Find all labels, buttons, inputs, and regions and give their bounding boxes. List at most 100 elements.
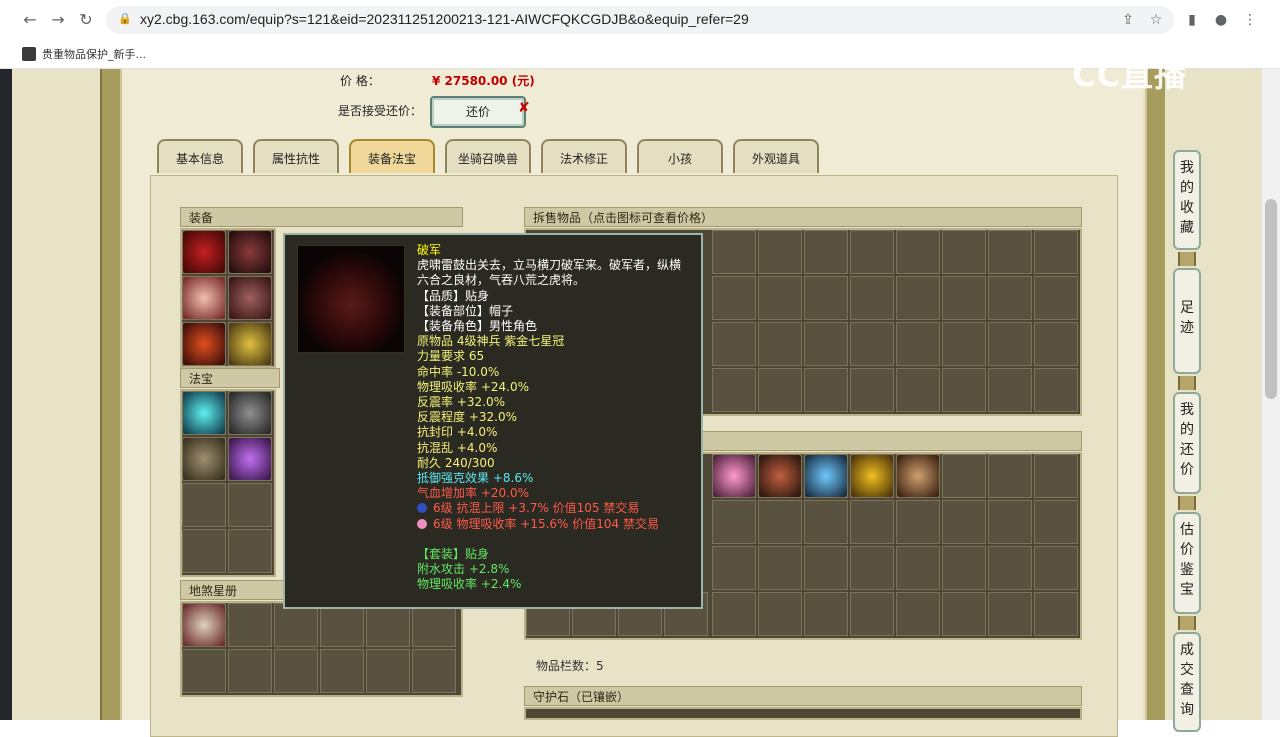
item-slot[interactable] [758,276,802,320]
starbook-slot[interactable] [182,603,226,647]
item-slot[interactable] [1034,230,1078,274]
item-slot[interactable] [942,368,986,412]
tab-child[interactable]: 小孩 [637,139,723,173]
item-slot[interactable] [988,546,1032,590]
item-slot[interactable] [896,546,940,590]
item-slot[interactable] [850,500,894,544]
sidepanel-icon[interactable]: ▮ [1182,10,1202,30]
item-slot[interactable] [758,454,802,498]
item-slot[interactable] [758,592,802,636]
item-slot[interactable] [758,368,802,412]
item-slot[interactable] [942,454,986,498]
item-slot[interactable] [896,368,940,412]
item-slot[interactable] [850,322,894,366]
menu-icon[interactable]: ⋮ [1240,10,1260,30]
item-slot[interactable] [712,322,756,366]
starbook-slot[interactable] [366,603,410,647]
address-bar[interactable]: 🔒 xy2.cbg.163.com/equip?s=121&eid=202311… [106,6,1174,34]
starbook-slot[interactable] [182,649,226,693]
fabao-slot[interactable] [228,529,272,573]
starbook-slot[interactable] [320,603,364,647]
item-slot[interactable] [1034,500,1078,544]
item-slot[interactable] [758,546,802,590]
item-slot[interactable] [896,322,940,366]
fabao-slot[interactable] [228,483,272,527]
item-slot[interactable] [758,230,802,274]
scrollbar-thumb[interactable] [1265,199,1277,399]
item-slot[interactable] [712,500,756,544]
item-slot[interactable] [988,592,1032,636]
item-slot[interactable] [988,500,1032,544]
item-slot[interactable] [942,322,986,366]
tab-mounts-pets[interactable]: 坐骑召唤兽 [445,139,531,173]
starbook-slot[interactable] [228,603,272,647]
item-slot[interactable] [804,546,848,590]
equip-slot[interactable] [182,322,226,366]
starbook-slot[interactable] [228,649,272,693]
star-icon[interactable]: ☆ [1146,10,1166,30]
item-slot[interactable] [850,454,894,498]
fabao-slot[interactable] [228,437,272,481]
haggle-button[interactable]: 还价 [430,96,526,128]
sidebar-item-favorites[interactable]: 我的收藏 [1173,150,1201,250]
item-slot[interactable] [712,368,756,412]
item-slot[interactable] [758,322,802,366]
item-slot[interactable] [850,276,894,320]
item-slot[interactable] [712,454,756,498]
fabao-slot[interactable] [182,437,226,481]
item-slot[interactable] [988,230,1032,274]
sidebar-item-deal-query[interactable]: 成交查询 [1173,632,1201,732]
equip-slot[interactable] [228,230,272,274]
item-slot[interactable] [988,322,1032,366]
item-slot[interactable] [896,230,940,274]
item-slot[interactable] [1034,276,1078,320]
fabao-slot[interactable] [228,391,272,435]
sidebar-item-my-offers[interactable]: 我的还价 [1173,392,1201,494]
tab-basic-info[interactable]: 基本信息 [157,139,243,173]
item-slot[interactable] [942,546,986,590]
item-slot[interactable] [758,500,802,544]
item-slot[interactable] [712,230,756,274]
tab-appearance[interactable]: 外观道具 [733,139,819,173]
forward-icon[interactable]: → [48,10,68,30]
equip-slot[interactable] [182,276,226,320]
starbook-slot[interactable] [274,603,318,647]
sidebar-item-appraisal[interactable]: 估价鉴宝 [1173,512,1201,614]
starbook-slot[interactable] [412,603,456,647]
equip-slot[interactable] [182,230,226,274]
tab-attributes[interactable]: 属性抗性 [253,139,339,173]
item-slot[interactable] [850,592,894,636]
bookmark-item[interactable]: 贵重物品保护_新手... [22,44,146,64]
item-slot[interactable] [942,276,986,320]
starbook-slot[interactable] [320,649,364,693]
item-slot[interactable] [988,276,1032,320]
close-icon[interactable]: ✘ [518,100,530,116]
item-slot[interactable] [988,454,1032,498]
item-slot[interactable] [896,454,940,498]
item-slot[interactable] [896,592,940,636]
profile-icon[interactable]: ● [1211,10,1231,30]
item-slot[interactable] [804,276,848,320]
item-slot[interactable] [804,230,848,274]
item-slot[interactable] [942,592,986,636]
equip-slot[interactable] [228,276,272,320]
item-slot[interactable] [1034,368,1078,412]
item-slot[interactable] [804,592,848,636]
item-slot[interactable] [1034,546,1078,590]
back-icon[interactable]: ← [20,10,40,30]
item-slot[interactable] [850,546,894,590]
item-slot[interactable] [1034,592,1078,636]
item-slot[interactable] [896,276,940,320]
tab-spell-mod[interactable]: 法术修正 [541,139,627,173]
item-slot[interactable] [804,368,848,412]
item-slot[interactable] [942,230,986,274]
equip-slot[interactable] [228,322,272,366]
item-slot[interactable] [712,546,756,590]
starbook-slot[interactable] [274,649,318,693]
fabao-slot[interactable] [182,529,226,573]
item-slot[interactable] [850,230,894,274]
starbook-slot[interactable] [366,649,410,693]
sidebar-item-history[interactable]: 足迹 [1173,268,1201,374]
item-slot[interactable] [804,500,848,544]
tab-equipment[interactable]: 装备法宝 [349,139,435,173]
